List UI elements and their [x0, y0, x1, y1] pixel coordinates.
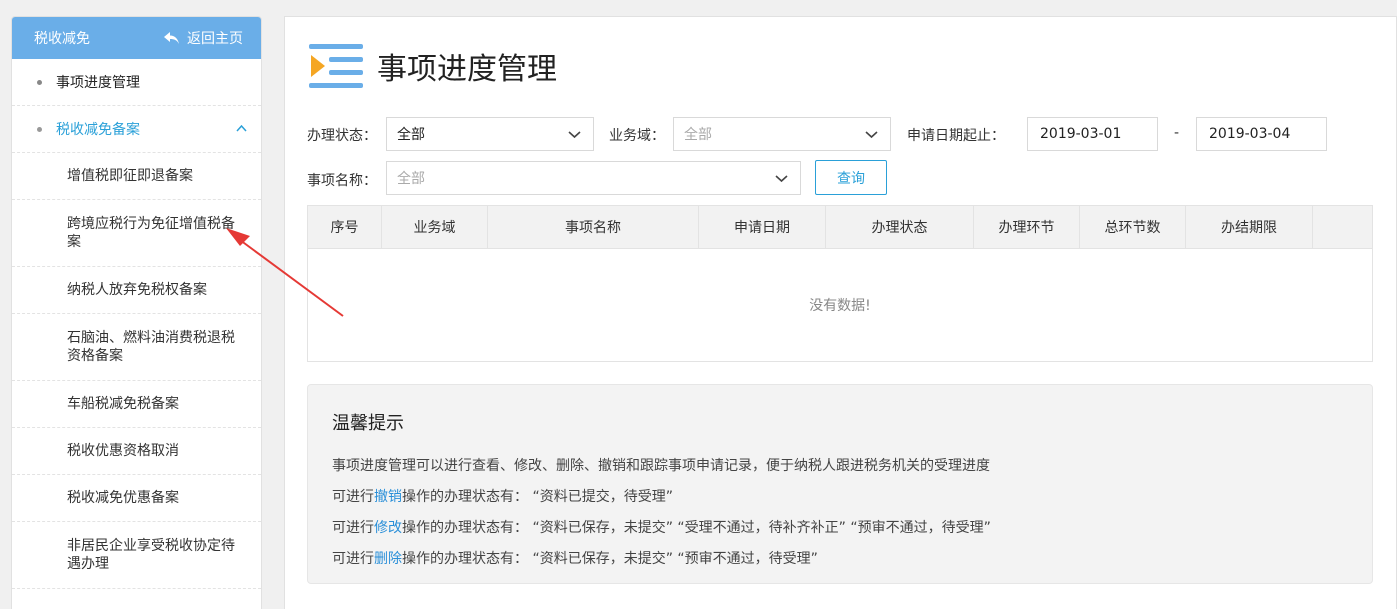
sidebar-header: 税收减免 返回主页: [12, 17, 261, 59]
sidebar-subitem[interactable]: 税收优惠资格取消: [12, 428, 261, 475]
sidebar-subitem-label: 跨境应税行为免征增值税备案: [67, 216, 235, 250]
date-range-label: 申请日期起止：: [907, 128, 1005, 144]
table-header: 序号 业务域 事项名称 申请日期 办理状态 办理环节 总环节数 办结期限: [308, 206, 1372, 249]
modify-link: 修改: [374, 520, 402, 536]
tip-line: 可进行修改操作的办理状态有： “资料已保存，未提交” “受理不通过，待补齐补正”…: [332, 513, 1348, 544]
column-header[interactable]: 申请日期: [699, 206, 826, 248]
chevron-up-icon: [236, 124, 247, 132]
sidebar-item-progress[interactable]: 事项进度管理: [12, 59, 261, 106]
sidebar-subitem[interactable]: 增值税即征即退备案: [12, 153, 261, 200]
tip-line: 可进行删除操作的办理状态有： “资料已保存，未提交” “预审不通过，待受理”: [332, 544, 1348, 575]
column-header[interactable]: 办理环节: [974, 206, 1080, 248]
status-value: 全部: [397, 127, 425, 143]
tip-line: 可进行撤销操作的办理状态有： “资料已提交，待受理”: [332, 482, 1348, 513]
sidebar: 税收减免 返回主页 事项进度管理 税收减免备案 增值税即征即退备案 跨境应税行为…: [11, 16, 262, 609]
tip-text: 可进行: [332, 551, 374, 567]
sidebar-subitem-label: 增值税即征即退备案: [67, 168, 193, 184]
list-icon: [309, 44, 363, 88]
sidebar-subitem-label: 石脑油、燃料油消费税退税资格备案: [67, 330, 235, 364]
column-header[interactable]: 办理状态: [826, 206, 974, 248]
status-select[interactable]: 全部: [386, 117, 594, 151]
sidebar-subitem[interactable]: 石脑油、燃料油消费税退税资格备案: [12, 314, 261, 381]
chevron-down-icon: [865, 131, 878, 139]
sidebar-item-tax-relief-filing[interactable]: 税收减免备案: [12, 106, 261, 153]
domain-select[interactable]: 全部: [673, 117, 891, 151]
sidebar-item-label: 事项进度管理: [56, 75, 140, 91]
date-separator: -: [1174, 125, 1180, 141]
page-title: 事项进度管理: [377, 52, 557, 87]
results-table: 序号 业务域 事项名称 申请日期 办理状态 办理环节 总环节数 办结期限 没有数…: [307, 205, 1373, 362]
date-end-input[interactable]: 2019-03-04: [1196, 117, 1327, 151]
sidebar-subitem[interactable]: 跨境应税行为免征增值税备案: [12, 200, 261, 267]
tip-text: 操作的办理状态有： “资料已保存，未提交” “预审不通过，待受理”: [402, 551, 818, 567]
tip-line: 事项进度管理可以进行查看、修改、删除、撤销和跟踪事项申请记录，便于纳税人跟进税务…: [332, 458, 990, 474]
date-start-input[interactable]: 2019-03-01: [1027, 117, 1158, 151]
item-name-value: 全部: [397, 171, 425, 187]
item-name-select[interactable]: 全部: [386, 161, 801, 195]
tip-text: 操作的办理状态有： “资料已保存，未提交” “受理不通过，待补齐补正” “预审不…: [402, 520, 991, 536]
tip-text: 可进行: [332, 520, 374, 536]
back-arrow-icon: [164, 32, 179, 44]
domain-value: 全部: [684, 127, 712, 143]
item-name-label: 事项名称：: [307, 173, 377, 189]
sidebar-title: 税收减免: [34, 31, 90, 47]
sidebar-subitem[interactable]: 纳税人放弃免税权备案: [12, 267, 261, 314]
back-home-button[interactable]: 返回主页: [163, 28, 243, 48]
sidebar-subitem[interactable]: 税收减免优惠备案: [12, 475, 261, 522]
tips-panel: 温馨提示 事项进度管理可以进行查看、修改、删除、撤销和跟踪事项申请记录，便于纳税…: [307, 384, 1373, 584]
chevron-down-icon: [568, 131, 581, 139]
tips-title: 温馨提示: [332, 413, 404, 434]
delete-link: 删除: [374, 551, 402, 567]
column-header[interactable]: 事项名称: [488, 206, 699, 248]
chevron-down-icon: [775, 175, 788, 183]
column-header[interactable]: 序号: [308, 206, 382, 248]
revoke-link: 撤销: [374, 489, 402, 505]
sidebar-item-label: 税收减免备案: [56, 122, 140, 138]
status-label: 办理状态：: [307, 128, 377, 144]
sidebar-subitem-label: 非居民企业享受税收协定待遇办理: [67, 538, 235, 572]
tip-text: 可进行: [332, 489, 374, 505]
bullet-icon: [37, 80, 42, 85]
sidebar-subitem[interactable]: 车船税减免税备案: [12, 381, 261, 428]
column-header[interactable]: 总环节数: [1080, 206, 1186, 248]
empty-state-text: 没有数据!: [809, 298, 871, 314]
main-panel: 事项进度管理 办理状态： 全部 业务域： 全部 申请日期起止： 2019-03-…: [284, 16, 1397, 609]
back-home-label: 返回主页: [187, 31, 243, 47]
sidebar-subitem-label: 税收优惠资格取消: [67, 443, 179, 459]
sidebar-subitem-label: 税收减免优惠备案: [67, 490, 179, 506]
domain-label: 业务域：: [609, 128, 665, 144]
page-header: 事项进度管理: [309, 43, 557, 89]
sidebar-subitem[interactable]: 非居民企业享受税收协定待遇办理: [12, 522, 261, 589]
sidebar-subitem-label: 纳税人放弃免税权备案: [67, 282, 207, 298]
column-header[interactable]: 业务域: [382, 206, 488, 248]
query-button[interactable]: 查询: [815, 160, 887, 195]
sidebar-subitem-label: 车船税减免税备案: [67, 396, 179, 412]
tip-text: 操作的办理状态有： “资料已提交，待受理”: [402, 489, 673, 505]
column-header[interactable]: 办结期限: [1186, 206, 1313, 248]
bullet-icon: [37, 127, 42, 132]
